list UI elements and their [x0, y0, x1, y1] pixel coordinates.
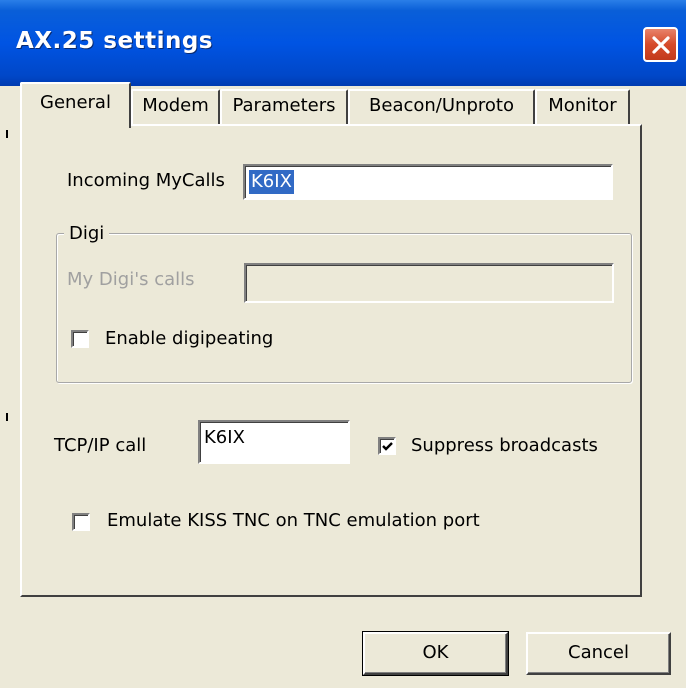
tcpip-call-value: K6IX [204, 427, 245, 448]
emulate-kiss-checkbox[interactable] [72, 513, 90, 531]
ok-button[interactable]: OK [362, 631, 509, 676]
tcpip-call-field[interactable]: K6IX [198, 420, 350, 464]
cancel-button[interactable]: Cancel [526, 632, 671, 675]
tcpip-call-label: TCP/IP call [54, 435, 147, 456]
emulate-kiss-label[interactable]: Emulate KISS TNC on TNC emulation port [107, 510, 480, 531]
enable-digipeating-label[interactable]: Enable digipeating [105, 328, 273, 349]
enable-digipeating-checkbox[interactable] [71, 330, 89, 348]
suppress-broadcasts-label[interactable]: Suppress broadcasts [411, 435, 598, 456]
incoming-mycalls-field[interactable]: K6IX [243, 164, 613, 200]
my-digi-calls-label: My Digi's calls [67, 269, 195, 290]
ax25-settings-dialog: AX.25 settings General Modem Parameters … [0, 0, 686, 688]
incoming-mycalls-value: K6IX [249, 170, 294, 194]
incoming-mycalls-label: Incoming MyCalls [67, 170, 225, 191]
my-digi-calls-field[interactable] [244, 263, 614, 303]
digi-groupbox [56, 233, 632, 383]
suppress-broadcasts-checkbox[interactable] [378, 437, 396, 455]
digi-group-label: Digi [64, 223, 110, 244]
